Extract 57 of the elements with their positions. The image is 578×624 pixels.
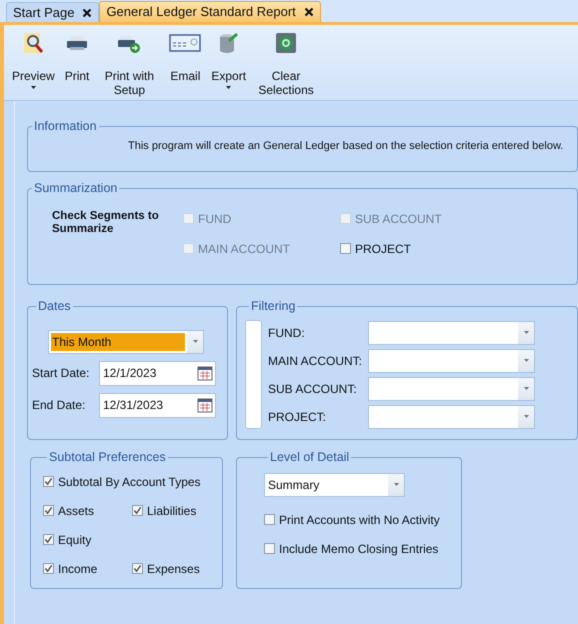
close-icon[interactable] bbox=[82, 8, 92, 18]
calendar-icon bbox=[197, 397, 213, 414]
caret-icon bbox=[524, 387, 528, 390]
target-icon bbox=[274, 31, 298, 55]
checkbox[interactable]: PROJECT bbox=[340, 240, 442, 258]
checkbox[interactable]: Equity bbox=[43, 530, 92, 549]
dropdown[interactable] bbox=[368, 320, 535, 345]
caret-icon bbox=[192, 340, 198, 344]
magnifier-icon bbox=[21, 31, 46, 55]
checkbox[interactable]: Liabilities bbox=[132, 502, 196, 520]
info-text: This program will create an General Ledger based on the selection criteria entered below. bbox=[128, 138, 564, 154]
toolbar-button[interactable]: Email bbox=[167, 31, 204, 100]
check-icon bbox=[44, 477, 53, 486]
tab[interactable]: Start Page bbox=[6, 2, 100, 22]
checkbox[interactable]: Assets bbox=[43, 502, 132, 520]
toolbar-button[interactable]: Clear Selections bbox=[254, 31, 318, 100]
dropdown[interactable] bbox=[368, 348, 535, 373]
group-title: Filtering bbox=[250, 298, 296, 315]
group-title: Summarization bbox=[33, 180, 118, 197]
field-label: Start Date: bbox=[32, 365, 90, 382]
caret-icon bbox=[524, 415, 528, 418]
date-field[interactable]: 12/31/2023 bbox=[99, 392, 216, 418]
check-icon bbox=[44, 535, 53, 544]
caret-icon bbox=[524, 359, 528, 362]
group-title: Subtotal Preferences bbox=[48, 449, 167, 466]
checkbox[interactable]: Subtotal By Account Types bbox=[43, 472, 201, 491]
group-title: Dates bbox=[37, 298, 72, 315]
dropdown[interactable]: Summary bbox=[264, 472, 405, 497]
check-icon bbox=[133, 564, 142, 574]
date-field[interactable]: 12/1/2023 bbox=[99, 360, 216, 386]
checkbox[interactable]: Expenses bbox=[132, 560, 200, 578]
dropdown[interactable] bbox=[368, 376, 535, 401]
checkbox[interactable]: Include Memo Closing Entries bbox=[264, 540, 461, 558]
section-label: Check Segments to Summarize bbox=[51, 210, 160, 237]
caret-icon bbox=[394, 483, 398, 486]
close-icon[interactable] bbox=[304, 7, 314, 17]
field-label: PROJECT: bbox=[268, 408, 328, 426]
check-icon bbox=[133, 506, 142, 516]
dropdown[interactable]: This Month bbox=[48, 330, 204, 354]
field-label: End Date: bbox=[32, 397, 86, 414]
toolbar-button[interactable]: Print with Setup bbox=[97, 31, 162, 100]
calendar-icon bbox=[197, 365, 213, 382]
checkbox[interactable]: Print Accounts with No Activity bbox=[264, 510, 461, 529]
field-label: FUND: bbox=[268, 324, 306, 342]
dropdown[interactable] bbox=[368, 404, 535, 429]
group-title: Level of Detail bbox=[269, 449, 350, 466]
field-label: SUB ACCOUNT: bbox=[268, 380, 358, 398]
tab[interactable]: General Ledger Standard Report bbox=[99, 1, 321, 22]
check-icon bbox=[44, 564, 53, 574]
caret-icon bbox=[524, 331, 528, 334]
toolbar-button[interactable]: Print bbox=[62, 31, 92, 100]
check-icon bbox=[44, 506, 53, 516]
toolbar-button[interactable]: Export bbox=[209, 31, 248, 100]
checkbox[interactable]: Income bbox=[43, 560, 132, 578]
field-label: MAIN ACCOUNT: bbox=[268, 352, 364, 370]
group-title: Information bbox=[33, 118, 98, 135]
toolbar-button[interactable]: Preview bbox=[10, 31, 57, 100]
